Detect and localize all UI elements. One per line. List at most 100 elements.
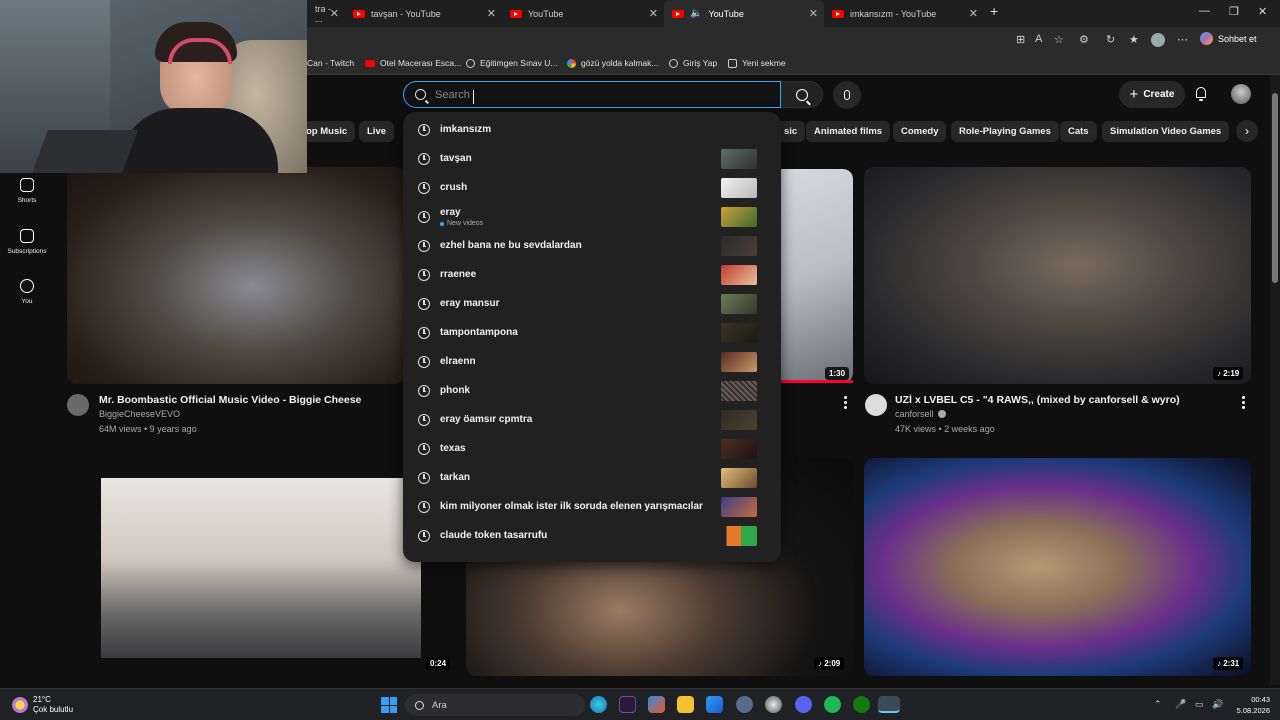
edge-icon[interactable]: [590, 696, 607, 713]
suggestion-item[interactable]: phonk: [403, 377, 781, 406]
network-app-icon[interactable]: [736, 696, 753, 713]
suggestion-item[interactable]: claude token tasarrufu: [403, 522, 781, 551]
tab-4[interactable]: imkansızm - YouTube ✕: [824, 0, 984, 27]
close-icon[interactable]: ✕: [969, 7, 978, 20]
minimize-icon[interactable]: —: [1199, 5, 1210, 17]
create-button[interactable]: + Create: [1119, 81, 1185, 108]
chip-1[interactable]: Live: [359, 121, 395, 142]
bookmark-1[interactable]: Otel Macerası Esca...: [365, 58, 461, 68]
obs-icon[interactable]: [765, 696, 782, 713]
video-thumbnail[interactable]: [864, 458, 1251, 676]
volume-icon[interactable]: 🔊: [1212, 699, 1223, 710]
restore-icon[interactable]: ❐: [1229, 5, 1239, 18]
weather-widget[interactable]: 21°C Çok bulutlu: [12, 695, 73, 715]
close-icon[interactable]: ✕: [809, 7, 818, 20]
video-title[interactable]: Mr. Boombastic Official Music Video - Bi…: [99, 394, 361, 406]
bookmark-0[interactable]: Can - Twitch: [307, 58, 354, 68]
channel-name[interactable]: BiggieCheeseVEVO: [99, 409, 180, 419]
video-thumbnail[interactable]: [67, 458, 455, 676]
more-icon[interactable]: ⋯: [1177, 33, 1188, 46]
active-app-icon[interactable]: [878, 696, 900, 713]
suggestion-item[interactable]: ezhel bana ne bu sevdalardan: [403, 232, 781, 261]
bookmark-4[interactable]: Giriş Yap: [669, 58, 717, 68]
channel-name[interactable]: canforsell: [895, 409, 946, 419]
scrollbar-thumb[interactable]: [1272, 93, 1278, 283]
suggestion-item[interactable]: rraenee: [403, 261, 781, 290]
translate-icon[interactable]: A: [1035, 33, 1042, 45]
sidebar-item-you[interactable]: You: [1, 279, 53, 305]
chip-5[interactable]: Role-Playing Games: [951, 121, 1059, 142]
suggestion-item[interactable]: imkansızm: [403, 116, 781, 145]
voice-search-button[interactable]: [833, 81, 861, 109]
tray-chevron-icon[interactable]: ⌃: [1154, 699, 1162, 710]
copilot-button[interactable]: Sohbet et: [1200, 32, 1257, 45]
close-icon[interactable]: ✕: [487, 7, 496, 20]
suggestion-item[interactable]: kim milyoner olmak ister ilk soruda elen…: [403, 493, 781, 522]
close-window-icon[interactable]: ✕: [1258, 5, 1267, 18]
suggestion-item[interactable]: tavşan: [403, 145, 781, 174]
more-actions-icon[interactable]: [844, 396, 848, 411]
tab-3-active[interactable]: 🔈 YouTube ✕: [664, 0, 824, 27]
close-icon[interactable]: ✕: [649, 7, 658, 20]
more-actions-icon[interactable]: [1242, 396, 1246, 411]
system-clock[interactable]: 00:43 5.08.2026: [1230, 694, 1270, 716]
tab-0[interactable]: tra - ... ✕: [307, 0, 345, 27]
tab-1[interactable]: tavşan - YouTube ✕: [345, 0, 502, 27]
profile-avatar[interactable]: [1151, 33, 1165, 47]
windows-start-icon[interactable]: [381, 697, 397, 713]
bookmark-5[interactable]: Yeni sekme: [728, 58, 786, 68]
tab-2[interactable]: YouTube ✕: [502, 0, 664, 27]
channel-avatar[interactable]: [67, 394, 89, 416]
store-icon[interactable]: [648, 696, 665, 713]
sidebar-item-subscriptions[interactable]: Subscriptions: [1, 229, 53, 255]
suggestion-thumbnail: [721, 497, 757, 517]
spotify-icon[interactable]: [824, 696, 841, 713]
suggestion-thumbnail: [721, 526, 757, 546]
suggestion-text: eray öamsır cpmtra: [440, 414, 533, 425]
taskbar-search[interactable]: Ara: [405, 694, 585, 716]
search-input[interactable]: [435, 88, 735, 101]
suggestion-item[interactable]: crush: [403, 174, 781, 203]
chip-3[interactable]: Animated films: [806, 121, 891, 142]
suggestion-item[interactable]: eray öamsır cpmtra: [403, 406, 781, 435]
account-avatar[interactable]: [1231, 84, 1251, 104]
video-thumbnail[interactable]: [864, 167, 1251, 384]
chevron-right-icon[interactable]: ›: [1236, 120, 1258, 142]
file-explorer-icon[interactable]: [677, 696, 694, 713]
video-title[interactable]: UZİ x LVBEL C5 - "4 RAWS,, (mixed by can…: [895, 394, 1180, 406]
suggestion-item[interactable]: elraenn: [403, 348, 781, 377]
bookmark-2[interactable]: Eğitimgen Sınav U...: [466, 58, 557, 68]
suggestion-text: ezhel bana ne bu sevdalardan: [440, 240, 582, 251]
suggestion-item[interactable]: tarkan: [403, 464, 781, 493]
suggestion-item[interactable]: eray New videos: [403, 203, 781, 232]
mail-icon[interactable]: [706, 696, 723, 713]
refresh-icon[interactable]: ↻: [1106, 33, 1115, 46]
chip-4[interactable]: Comedy: [893, 121, 947, 142]
new-tab-button[interactable]: +: [990, 3, 998, 19]
xbox-icon[interactable]: [853, 696, 870, 713]
terminal-icon[interactable]: [619, 696, 636, 713]
notifications-bell-icon[interactable]: [1194, 86, 1208, 101]
extensions-icon[interactable]: ⚙: [1079, 33, 1089, 46]
page-scrollbar[interactable]: [1270, 75, 1280, 685]
split-screen-icon[interactable]: ⊞: [1016, 33, 1025, 46]
chip-7[interactable]: Simulation Video Games: [1102, 121, 1230, 142]
discord-icon[interactable]: [795, 696, 812, 713]
suggestion-item[interactable]: eray mansur: [403, 290, 781, 319]
favorites-icon[interactable]: ★: [1129, 33, 1139, 46]
network-icon[interactable]: ▭: [1195, 699, 1204, 710]
microphone-tray-icon[interactable]: 🎤: [1175, 699, 1186, 710]
speaker-icon[interactable]: 🔈: [690, 8, 702, 19]
close-icon[interactable]: ✕: [330, 7, 339, 20]
favorite-icon[interactable]: ☆: [1054, 33, 1064, 46]
chip-6[interactable]: Cats: [1060, 121, 1097, 142]
channel-avatar[interactable]: [865, 394, 887, 416]
suggestion-item[interactable]: tampontampona: [403, 319, 781, 348]
sidebar-item-shorts[interactable]: Shorts: [1, 178, 53, 204]
search-box[interactable]: [403, 81, 781, 108]
verified-icon: [937, 410, 946, 418]
video-thumbnail[interactable]: [67, 167, 405, 384]
suggestion-item[interactable]: texas: [403, 435, 781, 464]
search-button[interactable]: [781, 81, 823, 108]
bookmark-3[interactable]: gözü yolda kalmak...: [567, 58, 658, 68]
